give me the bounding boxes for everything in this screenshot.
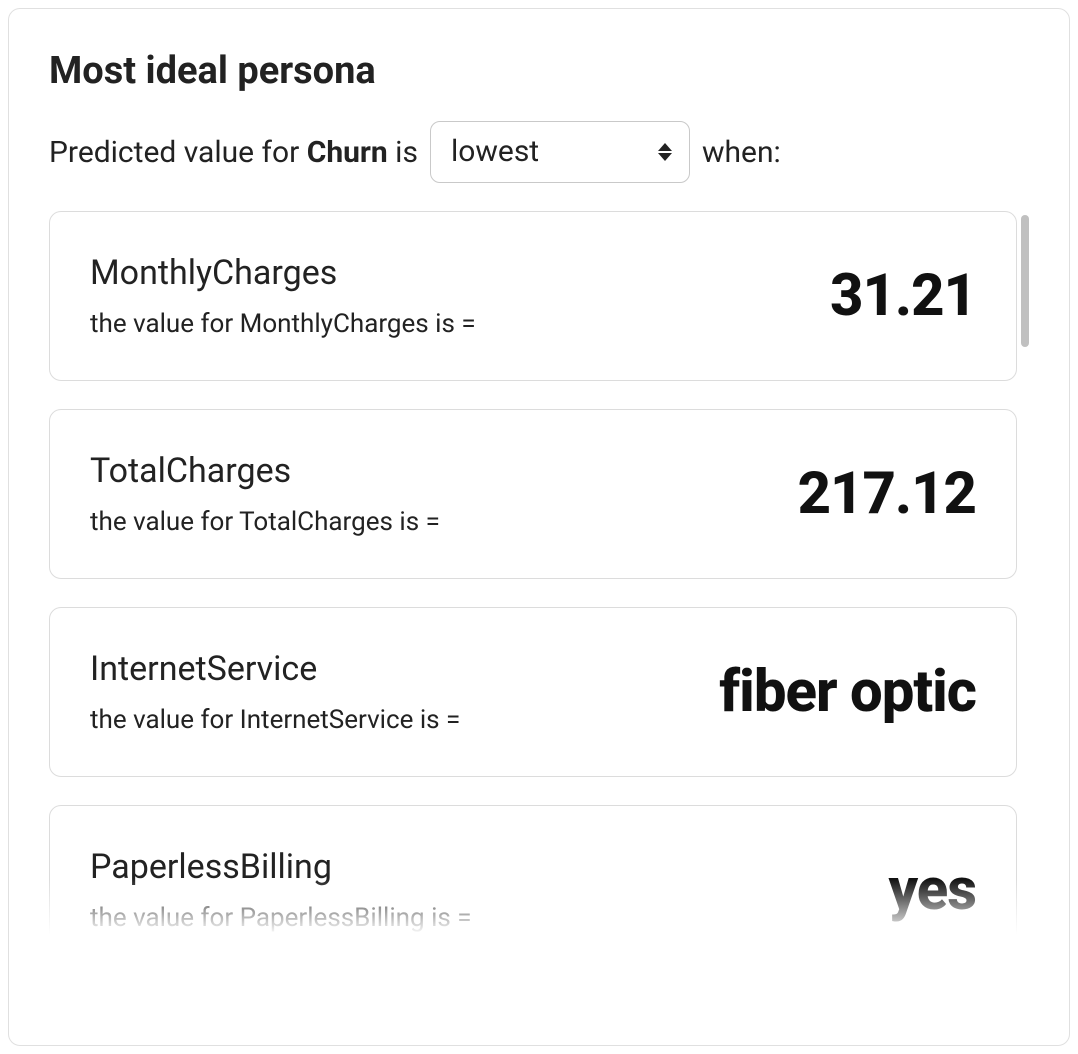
attribute-name: InternetService (90, 649, 460, 689)
panel-title: Most ideal persona (49, 49, 1029, 93)
attribute-card: TotalCharges the value for TotalCharges i… (49, 409, 1017, 579)
direction-select-wrap: lowesthighest (430, 121, 690, 183)
attribute-card-left: MonthlyCharges the value for MonthlyCharg… (90, 253, 476, 339)
attribute-description: the value for TotalCharges is = (90, 507, 440, 537)
attribute-card-left: TotalCharges the value for TotalCharges i… (90, 451, 440, 537)
attribute-card-left: InternetService the value for InternetSer… (90, 649, 460, 735)
attributes-list: MonthlyCharges the value for MonthlyCharg… (49, 211, 1029, 959)
predicate-mid: is (388, 135, 418, 170)
attribute-description: the value for PaperlessBilling is = (90, 903, 472, 933)
attribute-name: TotalCharges (90, 451, 440, 491)
attribute-description: the value for MonthlyCharges is = (90, 309, 476, 339)
attribute-value: 217.12 (778, 460, 976, 528)
attribute-card: PaperlessBilling the value for PaperlessB… (49, 805, 1017, 959)
attribute-card-left: PaperlessBilling the value for PaperlessB… (90, 847, 472, 933)
predicate-prefix-text: Predicted value for (49, 135, 307, 170)
attribute-value: fiber optic (699, 658, 976, 726)
attribute-name: MonthlyCharges (90, 253, 476, 293)
scrollbar-thumb[interactable] (1021, 215, 1029, 347)
target-variable: Churn (307, 135, 388, 170)
attributes-scroll-area[interactable]: MonthlyCharges the value for MonthlyCharg… (49, 211, 1029, 959)
predicate-row: Predicted value for Churn is lowesthighe… (49, 121, 1029, 183)
predicate-prefix: Predicted value for Churn is (49, 135, 418, 170)
predicate-suffix: when: (702, 135, 781, 170)
direction-select[interactable]: lowesthighest (430, 121, 690, 183)
attribute-description: the value for InternetService is = (90, 705, 460, 735)
attribute-value: 31.21 (810, 262, 976, 330)
attribute-value: yes (869, 856, 976, 924)
attribute-name: PaperlessBilling (90, 847, 472, 887)
ideal-persona-panel: Most ideal persona Predicted value for C… (8, 8, 1070, 1046)
attribute-card: InternetService the value for InternetSer… (49, 607, 1017, 777)
attribute-card: MonthlyCharges the value for MonthlyCharg… (49, 211, 1017, 381)
